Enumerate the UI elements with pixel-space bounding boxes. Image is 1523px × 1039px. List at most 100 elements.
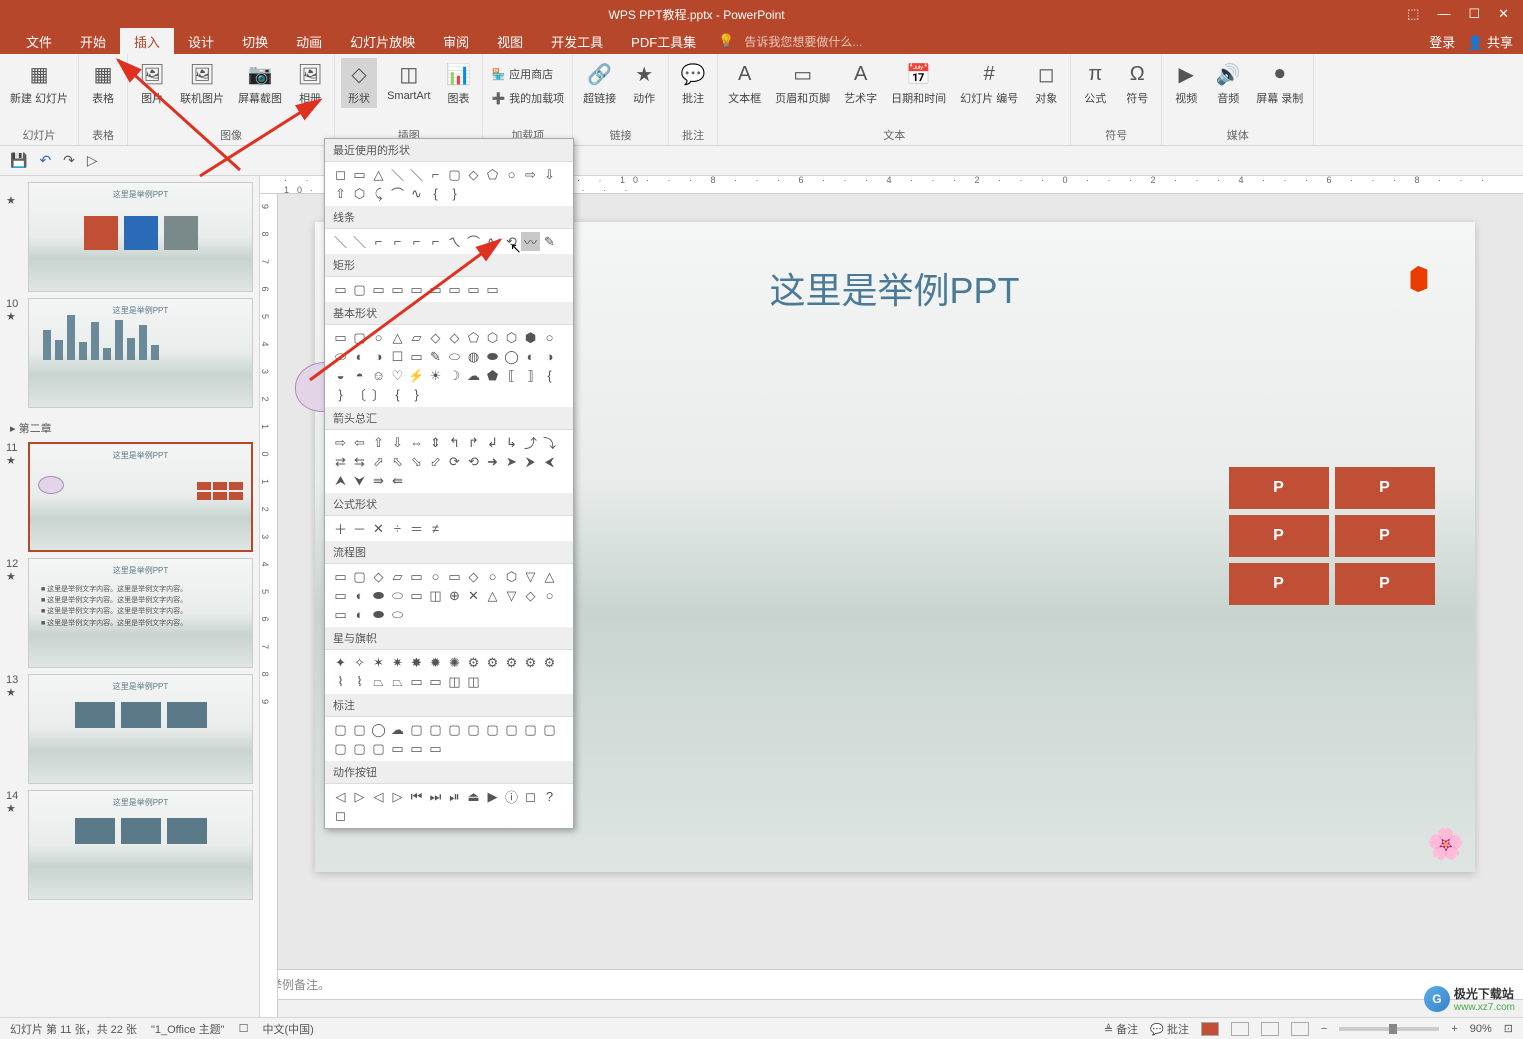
tab-animations[interactable]: 动画: [282, 28, 336, 55]
shape-glyph-4-1[interactable]: ⇦: [350, 433, 369, 452]
shape-glyph-4-8[interactable]: ↲: [483, 433, 502, 452]
shape-glyph-8-2[interactable]: ◯: [369, 720, 388, 739]
ribbon-item-7-1[interactable]: ▭页眉和页脚: [771, 58, 834, 108]
shape-glyph-9-12[interactable]: ◻: [331, 806, 350, 825]
minimize-icon[interactable]: —: [1437, 6, 1450, 22]
shape-glyph-3-1[interactable]: ▢: [350, 328, 369, 347]
shape-glyph-9-9[interactable]: ⓘ: [502, 787, 521, 806]
shape-glyph-9-7[interactable]: ⏏: [464, 787, 483, 806]
shape-glyph-3-20[interactable]: ⬬: [483, 347, 502, 366]
share-button[interactable]: 👤 共享: [1467, 32, 1513, 51]
shape-glyph-8-10[interactable]: ▢: [521, 720, 540, 739]
shape-glyph-8-1[interactable]: ▢: [350, 720, 369, 739]
shape-glyph-6-15[interactable]: ⬭: [388, 586, 407, 605]
shape-glyph-0-10[interactable]: ⇨: [521, 165, 540, 184]
shape-glyph-3-40[interactable]: }: [407, 385, 426, 404]
ribbon-item-7-5[interactable]: ◻对象: [1028, 58, 1064, 108]
shape-glyph-8-9[interactable]: ▢: [502, 720, 521, 739]
shape-glyph-3-22[interactable]: ◐: [521, 347, 540, 366]
notes-pane[interactable]: 举例备注。: [260, 969, 1523, 999]
red-tile[interactable]: P: [1229, 515, 1329, 557]
ribbon-item-9-0[interactable]: ▶视频: [1168, 58, 1204, 108]
ribbon-item-9-1[interactable]: 🔊音频: [1210, 58, 1246, 108]
shape-glyph-3-0[interactable]: ▭: [331, 328, 350, 347]
shape-glyph-0-6[interactable]: ▢: [445, 165, 464, 184]
red-tile[interactable]: P: [1335, 467, 1435, 509]
shape-glyph-4-4[interactable]: ⇔: [407, 433, 426, 452]
shape-glyph-6-24[interactable]: ▭: [331, 605, 350, 624]
shape-glyph-7-5[interactable]: ✹: [426, 653, 445, 672]
shape-glyph-8-4[interactable]: ▢: [407, 720, 426, 739]
shape-glyph-4-6[interactable]: ↰: [445, 433, 464, 452]
slide-thumbnail-4[interactable]: 这里是举例PPT: [28, 674, 253, 784]
ribbon-item-8-0[interactable]: π公式: [1077, 58, 1113, 108]
shape-glyph-3-30[interactable]: ☽: [445, 366, 464, 385]
shape-glyph-3-3[interactable]: △: [388, 328, 407, 347]
shape-glyph-0-13[interactable]: ⬡: [350, 184, 369, 203]
ribbon-small-item-4-1[interactable]: ➕我的加载项: [489, 88, 566, 108]
shape-glyph-0-12[interactable]: ⇧: [331, 184, 350, 203]
shape-glyph-0-11[interactable]: ⇩: [540, 165, 559, 184]
shape-glyph-0-14[interactable]: ⤹: [369, 184, 388, 203]
red-tile[interactable]: P: [1335, 515, 1435, 557]
shape-glyph-0-17[interactable]: {: [426, 184, 445, 203]
shape-glyph-2-6[interactable]: ▭: [445, 280, 464, 299]
shape-glyph-3-38[interactable]: 〕: [369, 385, 388, 404]
ribbon-item-7-3[interactable]: 📅日期和时间: [887, 58, 950, 108]
shape-glyph-8-5[interactable]: ▢: [426, 720, 445, 739]
ribbon-item-0-0[interactable]: ▦新建 幻灯片: [6, 58, 72, 108]
ribbon-item-5-1[interactable]: ★动作: [626, 58, 662, 108]
ribbon-item-2-1[interactable]: 🖼联机图片: [176, 58, 228, 108]
shapes-dropdown-popup[interactable]: 最近使用的形状◻▭△＼＼⌐▢◇⬠○⇨⇩⇧⬡⤹⌒∿{}线条＼＼⌐⌐⌐⌐ㄟ⌒∿⟲〰✎…: [324, 138, 574, 829]
shape-glyph-4-22[interactable]: ⮞: [521, 452, 540, 471]
shape-glyph-6-4[interactable]: ▭: [407, 567, 426, 586]
shape-glyph-6-7[interactable]: ◇: [464, 567, 483, 586]
shape-glyph-8-7[interactable]: ▢: [464, 720, 483, 739]
shape-glyph-1-6[interactable]: ㄟ: [445, 232, 464, 251]
ribbon-item-1-0[interactable]: ▦表格: [85, 58, 121, 108]
shape-glyph-0-8[interactable]: ⬠: [483, 165, 502, 184]
shape-glyph-7-8[interactable]: ⚙: [483, 653, 502, 672]
shape-glyph-3-32[interactable]: ⬟: [483, 366, 502, 385]
shape-glyph-6-14[interactable]: ⬬: [369, 586, 388, 605]
shape-glyph-3-24[interactable]: ◒: [331, 366, 350, 385]
shape-glyph-0-1[interactable]: ▭: [350, 165, 369, 184]
shape-glyph-3-23[interactable]: ◑: [540, 347, 559, 366]
shape-glyph-3-29[interactable]: ☀: [426, 366, 445, 385]
shape-glyph-3-27[interactable]: ♡: [388, 366, 407, 385]
slide-title-text[interactable]: 这里是举例PPT: [769, 262, 1019, 314]
red-tile[interactable]: P: [1229, 563, 1329, 605]
shape-glyph-4-3[interactable]: ⇩: [388, 433, 407, 452]
sorter-view-icon[interactable]: [1231, 1022, 1249, 1036]
shape-glyph-2-4[interactable]: ▭: [407, 280, 426, 299]
shape-glyph-2-3[interactable]: ▭: [388, 280, 407, 299]
shape-glyph-3-2[interactable]: ○: [369, 328, 388, 347]
maximize-icon[interactable]: ☐: [1468, 6, 1480, 22]
shape-glyph-8-3[interactable]: ☁: [388, 720, 407, 739]
zoom-percent[interactable]: 90%: [1470, 1023, 1492, 1035]
tab-slideshow[interactable]: 幻灯片放映: [336, 28, 429, 55]
shape-glyph-7-13[interactable]: ⌇: [350, 672, 369, 691]
shape-glyph-7-6[interactable]: ✺: [445, 653, 464, 672]
shape-glyph-8-17[interactable]: ▭: [426, 739, 445, 758]
red-tile[interactable]: P: [1229, 467, 1329, 509]
shape-glyph-7-3[interactable]: ✷: [388, 653, 407, 672]
shape-glyph-8-13[interactable]: ▢: [350, 739, 369, 758]
shape-glyph-4-26[interactable]: ⇛: [369, 471, 388, 490]
shape-glyph-3-11[interactable]: ○: [540, 328, 559, 347]
shape-glyph-6-2[interactable]: ◇: [369, 567, 388, 586]
shape-glyph-3-5[interactable]: ◇: [426, 328, 445, 347]
shape-glyph-9-0[interactable]: ◁: [331, 787, 350, 806]
shape-glyph-6-22[interactable]: ◇: [521, 586, 540, 605]
shape-glyph-4-17[interactable]: ⬃: [426, 452, 445, 471]
undo-icon[interactable]: ↶: [39, 152, 51, 169]
shape-glyph-7-14[interactable]: ⏢: [369, 672, 388, 691]
shape-glyph-4-18[interactable]: ⟳: [445, 452, 464, 471]
shape-glyph-3-6[interactable]: ◇: [445, 328, 464, 347]
shape-glyph-7-9[interactable]: ⚙: [502, 653, 521, 672]
shape-glyph-3-8[interactable]: ⬡: [483, 328, 502, 347]
shape-glyph-4-20[interactable]: ➜: [483, 452, 502, 471]
shape-glyph-9-4[interactable]: ⏮: [407, 787, 426, 806]
start-slideshow-icon[interactable]: ▷: [87, 152, 98, 169]
shape-glyph-8-16[interactable]: ▭: [407, 739, 426, 758]
